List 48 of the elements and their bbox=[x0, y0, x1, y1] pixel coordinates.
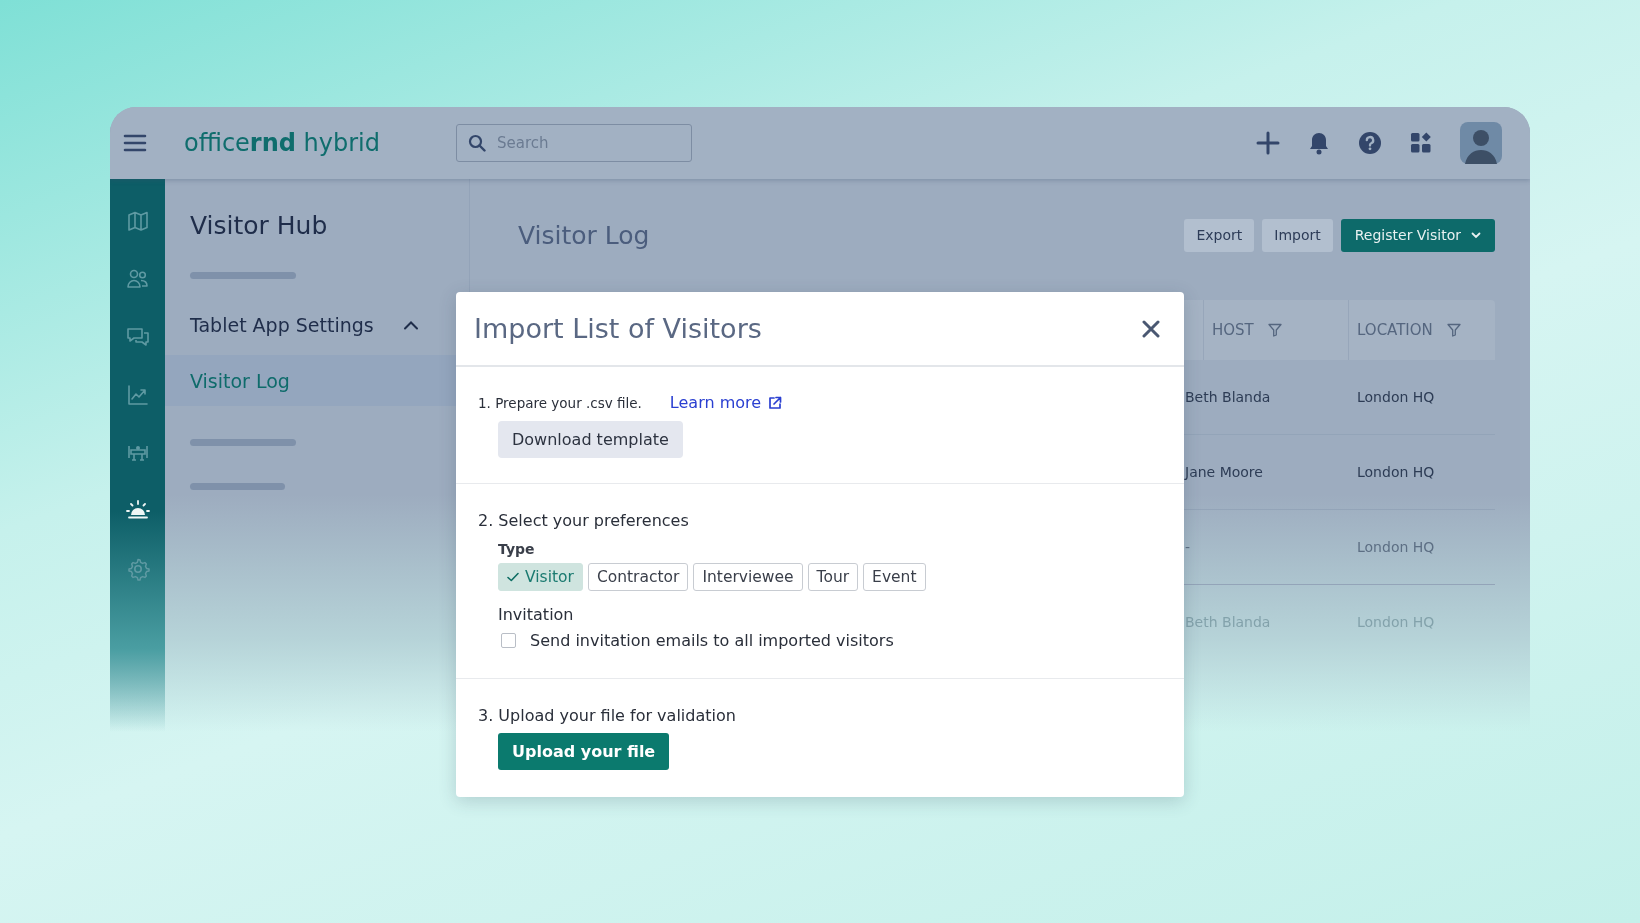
external-link-icon bbox=[768, 395, 783, 410]
type-chip[interactable]: Visitor bbox=[498, 563, 583, 591]
nav-group-label: Tablet App Settings bbox=[190, 314, 374, 336]
page-title: Visitor Log bbox=[518, 220, 650, 250]
upload-file-button[interactable]: Upload your file bbox=[498, 733, 670, 770]
dialog-title: Import List of Visitors bbox=[474, 313, 762, 344]
chart-icon[interactable] bbox=[125, 383, 150, 407]
user-avatar[interactable] bbox=[1460, 122, 1502, 164]
check-icon bbox=[507, 572, 519, 582]
bell-icon[interactable] bbox=[1308, 131, 1330, 155]
settings-icon[interactable] bbox=[125, 557, 150, 581]
toolbar-button[interactable]: Import bbox=[1262, 218, 1333, 252]
field-label: Type bbox=[498, 541, 536, 557]
chat-icon[interactable] bbox=[125, 325, 150, 349]
type-chip[interactable]: Event bbox=[863, 563, 926, 591]
people-icon[interactable] bbox=[125, 267, 150, 291]
section-title: Visitor Hub bbox=[190, 211, 328, 240]
step-label: 1. Prepare your .csv file. bbox=[478, 394, 642, 411]
table-cell-text: London HQ bbox=[1356, 463, 1436, 482]
toolbar-button[interactable]: Export bbox=[1184, 218, 1255, 252]
nav-group-header[interactable]: Tablet App Settings bbox=[165, 305, 469, 345]
step-heading: 3. Upload your file for validation bbox=[478, 706, 737, 725]
type-chip[interactable]: Interviewee bbox=[693, 563, 803, 591]
apps-grid-icon[interactable] bbox=[1410, 132, 1432, 154]
table-cell-text: London HQ bbox=[1356, 388, 1436, 407]
table-cell-text: Jane Moore bbox=[1183, 463, 1264, 482]
type-chip[interactable]: Contractor bbox=[587, 563, 689, 591]
type-chip[interactable]: Tour bbox=[807, 563, 859, 591]
table-cell-text: - bbox=[1184, 538, 1192, 557]
menu-icon[interactable] bbox=[123, 133, 147, 153]
plus-icon[interactable] bbox=[1256, 131, 1280, 155]
register-visitor-button[interactable]: Register Visitor bbox=[1340, 218, 1495, 252]
search-icon bbox=[468, 134, 486, 152]
download-template-button[interactable]: Download template bbox=[498, 421, 683, 458]
chevron-down-icon bbox=[1471, 231, 1481, 239]
checkbox-label: Send invitation emails to all imported visitors bbox=[530, 631, 894, 650]
map-icon[interactable] bbox=[125, 209, 150, 233]
table-cell-text: Beth Blanda bbox=[1184, 388, 1272, 407]
filter-icon[interactable] bbox=[1267, 323, 1282, 337]
table-cell-text: London HQ bbox=[1356, 538, 1436, 557]
field-label: Invitation bbox=[498, 605, 575, 624]
learn-more-link[interactable]: Learn more bbox=[669, 393, 783, 412]
checkbox[interactable] bbox=[501, 633, 516, 648]
help-icon[interactable] bbox=[1358, 131, 1382, 155]
chevron-up-icon bbox=[403, 320, 419, 330]
step-heading: 2. Select your preferences bbox=[478, 511, 690, 530]
close-icon[interactable] bbox=[1142, 319, 1160, 338]
filter-icon[interactable] bbox=[1446, 323, 1461, 337]
